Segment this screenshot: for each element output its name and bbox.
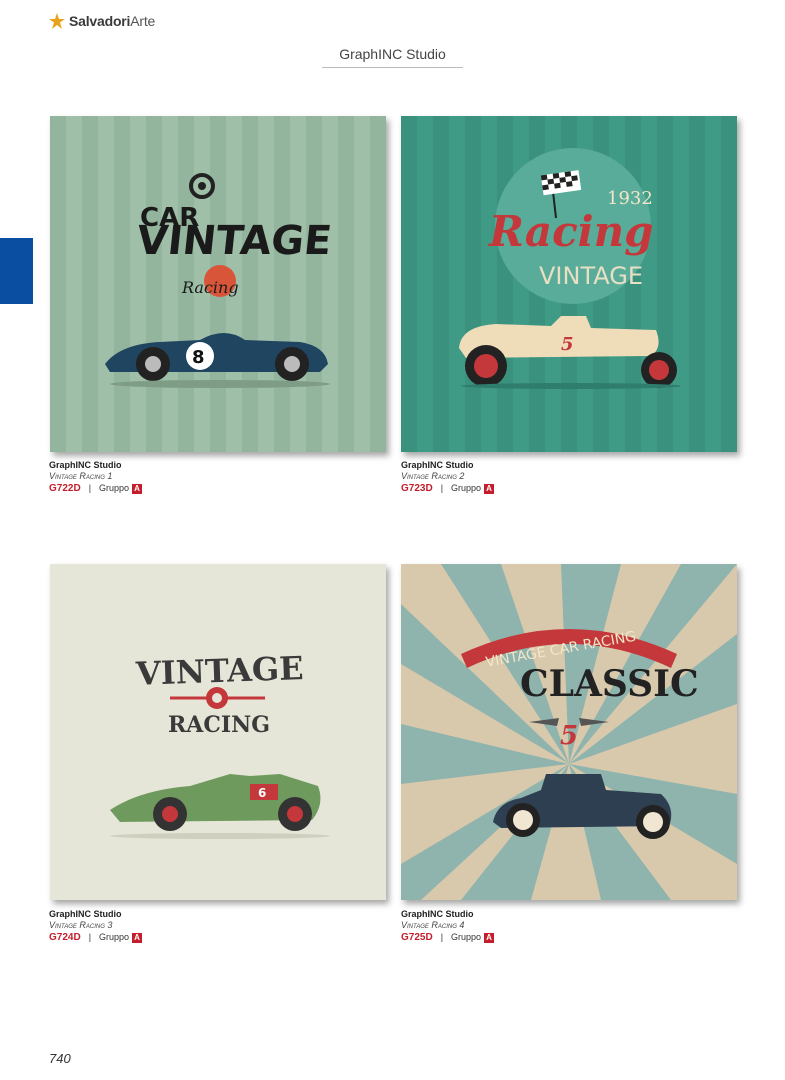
- header-divider: [322, 67, 463, 68]
- product-image-vintage-racing-4[interactable]: VINTAGE CAR RACING CLASSIC 5: [401, 564, 737, 900]
- page-number: 740: [49, 1051, 71, 1066]
- car-number: 5: [561, 334, 574, 355]
- section-title: GraphINC Studio: [339, 46, 446, 62]
- group-label: Gruppo: [451, 483, 482, 493]
- logo-brand-light: Arte: [130, 13, 156, 29]
- art-text-vintage: VINTAGE: [539, 262, 643, 290]
- caption-separator: |: [440, 932, 444, 942]
- product-caption-4: GraphINC Studio Vintage Racing 4 G725D |…: [401, 909, 495, 943]
- star-logo-icon: [49, 13, 65, 29]
- product-code: G722D: [49, 483, 81, 494]
- group-badge: A: [484, 932, 495, 943]
- product-title: Vintage Racing 2: [401, 471, 465, 481]
- car-number: 8: [192, 347, 205, 368]
- product-code: G723D: [401, 483, 433, 494]
- art-text-racing: Racing: [488, 207, 654, 256]
- art-text-vintage: VINTAGE: [134, 649, 304, 693]
- product-title: Vintage Racing 1: [49, 471, 113, 481]
- art-text-year: 1932: [607, 188, 653, 209]
- art-text-racing: Racing: [181, 278, 239, 297]
- product-image-vintage-racing-3[interactable]: VINTAGE RACING 6: [50, 564, 386, 900]
- product-caption-3: GraphINC Studio Vintage Racing 3 G724D |…: [49, 909, 143, 943]
- caption-separator: |: [88, 932, 92, 942]
- product-image-vintage-racing-1[interactable]: CAR VINTAGE Racing 8: [50, 116, 386, 452]
- product-brand: GraphINC Studio: [49, 460, 122, 470]
- caption-separator: |: [88, 483, 92, 493]
- art-text-vintage: VINTAGE: [134, 218, 333, 264]
- caption-separator: |: [440, 483, 444, 493]
- group-badge: A: [484, 483, 495, 494]
- product-image-vintage-racing-2[interactable]: 1932 Racing VINTAGE 5: [401, 116, 737, 452]
- logo-brand-bold: Salvadori: [69, 13, 131, 29]
- group-label: Gruppo: [99, 483, 130, 493]
- art-text-racing: RACING: [168, 712, 270, 738]
- product-title: Vintage Racing 4: [401, 920, 465, 930]
- product-brand: GraphINC Studio: [401, 909, 474, 919]
- art-text-classic: CLASSIC: [520, 663, 699, 705]
- product-code: G724D: [49, 932, 81, 943]
- product-code: G725D: [401, 932, 433, 943]
- car-number: 6: [258, 786, 266, 800]
- group-badge: A: [132, 483, 143, 494]
- side-tab-marker: [0, 238, 33, 304]
- product-caption-1: GraphINC Studio Vintage Racing 1 G722D |…: [49, 460, 143, 494]
- product-title: Vintage Racing 3: [49, 920, 113, 930]
- group-label: Gruppo: [451, 932, 482, 942]
- car-number: 5: [560, 721, 578, 751]
- product-brand: GraphINC Studio: [49, 909, 122, 919]
- group-label: Gruppo: [99, 932, 130, 942]
- brand-logo[interactable]: SalvadoriArte: [49, 13, 155, 29]
- product-brand: GraphINC Studio: [401, 460, 474, 470]
- group-badge: A: [132, 932, 143, 943]
- logo-wordmark: SalvadoriArte: [69, 13, 155, 29]
- product-caption-2: GraphINC Studio Vintage Racing 2 G723D |…: [401, 460, 495, 494]
